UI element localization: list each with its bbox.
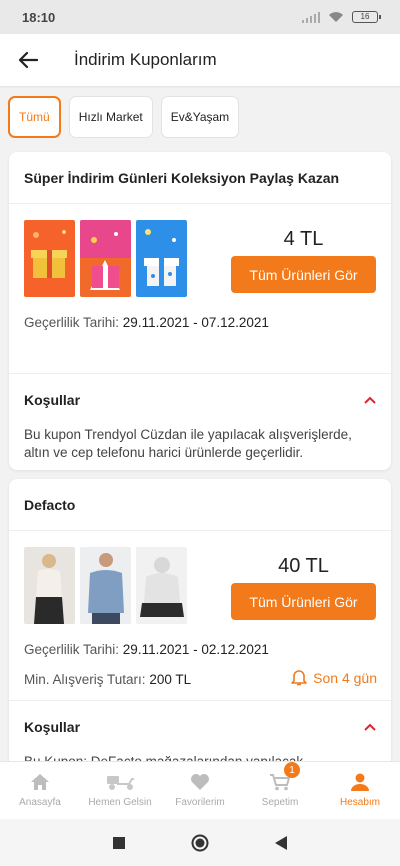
coupon-body: 40 TL Tüm Ürünleri Gör Geçerlilik Tarihi… bbox=[9, 531, 391, 701]
filter-chip-all[interactable]: Tümü bbox=[8, 96, 61, 138]
system-nav-bar bbox=[0, 819, 400, 866]
validity-date: Geçerlilik Tarihi: 29.11.2021 - 07.12.20… bbox=[24, 315, 269, 330]
battery-icon: 16 bbox=[352, 11, 381, 23]
back-button[interactable] bbox=[0, 34, 56, 86]
nav-fast-delivery-label: Hemen Gelsin bbox=[88, 797, 152, 808]
nav-favorites-label: Favorilerim bbox=[175, 797, 225, 808]
cart-count-badge: 1 bbox=[284, 762, 300, 778]
arrow-left-icon bbox=[18, 51, 38, 69]
status-time: 18:10 bbox=[22, 9, 56, 25]
heart-icon bbox=[191, 774, 209, 790]
min-purchase-value: 200 TL bbox=[149, 672, 192, 687]
chevron-up-icon bbox=[364, 723, 376, 731]
validity-label: Geçerlilik Tarihi: bbox=[24, 315, 120, 330]
filter-chip-fast-market[interactable]: Hızlı Market bbox=[68, 96, 153, 138]
nav-account[interactable]: Hesabım bbox=[320, 762, 400, 819]
view-all-products-button[interactable]: Tüm Ürünleri Gör bbox=[231, 583, 376, 620]
bottom-nav: Anasayfa Hemen Gelsin Favorilerim Sepeti… bbox=[0, 761, 400, 819]
coupon-amount: 4 TL bbox=[283, 228, 324, 250]
remaining-days-text: Son 4 gün bbox=[313, 669, 377, 686]
product-image bbox=[80, 547, 131, 624]
filter-chip-home-living[interactable]: Ev&Yaşam bbox=[160, 96, 240, 138]
validity-dates: 29.11.2021 - 07.12.2021 bbox=[122, 315, 269, 330]
status-icons: 16 bbox=[302, 11, 381, 23]
scooter-icon bbox=[107, 776, 134, 790]
recent-apps-icon[interactable] bbox=[113, 836, 125, 849]
home-icon bbox=[31, 774, 49, 790]
conditions-title: Koşullar bbox=[24, 719, 81, 735]
coupon-body: 4 TL Tüm Ürünleri Gör Geçerlilik Tarihi:… bbox=[9, 204, 391, 374]
back-triangle-icon[interactable] bbox=[275, 835, 287, 850]
nav-favorites[interactable]: Favorilerim bbox=[160, 762, 240, 819]
coupon-amount: 40 TL bbox=[278, 555, 329, 577]
nav-cart-label: Sepetim bbox=[261, 797, 299, 808]
chevron-up-icon bbox=[364, 396, 376, 404]
nav-home[interactable]: Anasayfa bbox=[0, 762, 80, 819]
coupon-title: Defacto bbox=[9, 479, 391, 531]
bell-icon bbox=[291, 670, 307, 686]
conditions-toggle[interactable]: Koşullar bbox=[9, 374, 391, 426]
status-bar: 18:10 16 bbox=[0, 0, 400, 34]
conditions-title: Koşullar bbox=[24, 392, 81, 408]
app-bar: İndirim Kuponlarım bbox=[0, 34, 400, 86]
coupon-card: Defacto 40 TL Tüm Ürünleri Gör Geçerlili… bbox=[9, 479, 391, 779]
nav-fast-delivery[interactable]: Hemen Gelsin bbox=[80, 762, 160, 819]
gift-box-image bbox=[136, 220, 187, 297]
nav-home-label: Anasayfa bbox=[19, 797, 61, 808]
page-title: İndirim Kuponlarım bbox=[74, 50, 217, 69]
validity-date: Geçerlilik Tarihi: 29.11.2021 - 02.12.20… bbox=[24, 642, 269, 657]
conditions-text: Bu kupon Trendyol Cüzdan ile yapılacak a… bbox=[24, 427, 352, 460]
signal-icon bbox=[302, 11, 320, 23]
view-all-products-button[interactable]: Tüm Ürünleri Gör bbox=[231, 256, 376, 293]
validity-dates: 29.11.2021 - 02.12.2021 bbox=[122, 642, 269, 657]
remaining-days: Son 4 gün bbox=[291, 669, 377, 686]
product-image bbox=[24, 547, 75, 624]
coupon-thumbnails bbox=[24, 547, 187, 624]
gift-box-image bbox=[80, 220, 131, 297]
nav-account-label: Hesabım bbox=[339, 797, 380, 808]
product-image bbox=[136, 547, 187, 624]
min-purchase: Min. Alışveriş Tutarı: 200 TL bbox=[24, 672, 191, 687]
nav-cart[interactable]: Sepetim 1 bbox=[240, 762, 320, 819]
coupon-card: Süper İndirim Günleri Koleksiyon Paylaş … bbox=[9, 152, 391, 470]
min-purchase-label: Min. Alışveriş Tutarı: bbox=[24, 672, 146, 687]
filter-chips: Tümü Hızlı Market Ev&Yaşam bbox=[8, 96, 240, 138]
wifi-icon bbox=[329, 12, 343, 22]
coupon-title: Süper İndirim Günleri Koleksiyon Paylaş … bbox=[9, 152, 391, 204]
gift-box-image bbox=[24, 220, 75, 297]
user-icon bbox=[351, 773, 369, 791]
home-button-icon[interactable] bbox=[191, 834, 209, 852]
coupon-thumbnails bbox=[24, 220, 187, 297]
validity-label: Geçerlilik Tarihi: bbox=[24, 642, 120, 657]
conditions-toggle[interactable]: Koşullar bbox=[9, 701, 391, 753]
